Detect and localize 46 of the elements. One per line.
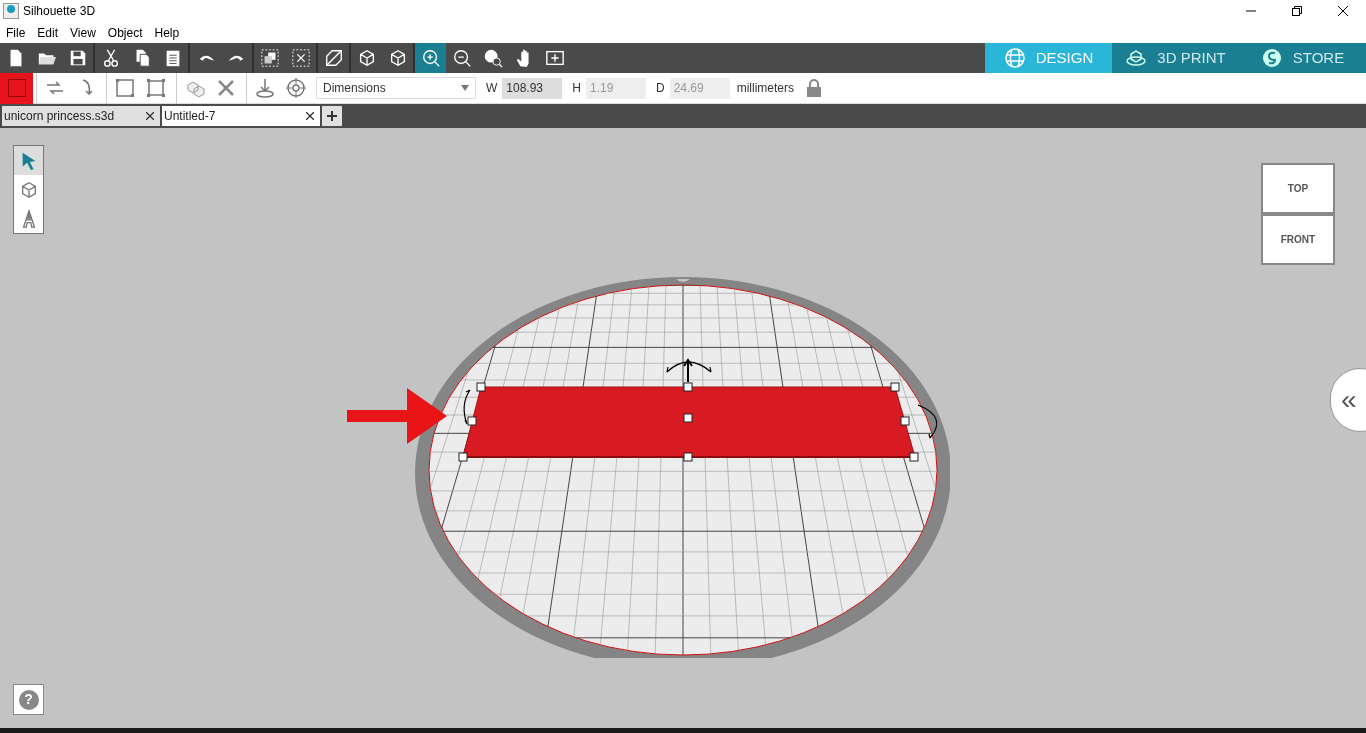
mode-tab[interactable]: 3D PRINT	[1112, 43, 1239, 73]
view-cube-front[interactable]: FRONT	[1261, 214, 1335, 265]
document-tab[interactable]: unicorn princess.s3d	[2, 106, 160, 126]
ungroup-icon	[290, 48, 311, 68]
document-tab-title: unicorn princess.s3d	[4, 108, 115, 125]
view-cube-top[interactable]: TOP	[1261, 163, 1335, 214]
menu-item[interactable]: Help	[148, 22, 186, 43]
plus-icon	[327, 111, 337, 121]
close-icon	[1338, 6, 1348, 16]
document-tab[interactable]: Untitled-7	[162, 106, 320, 126]
zoom-out-icon	[451, 48, 472, 68]
menu-item[interactable]: Object	[101, 22, 149, 43]
caret-icon	[461, 85, 469, 91]
extrude-icon	[323, 48, 344, 68]
menu-item[interactable]: File	[0, 22, 32, 43]
drop-to-floor-icon	[253, 77, 276, 99]
color-picker-button[interactable]	[0, 72, 33, 104]
align-icon	[113, 77, 136, 99]
window-title: Silhouette 3D	[23, 3, 96, 20]
mode-tab[interactable]: STORE	[1239, 43, 1366, 73]
field-label: D	[656, 80, 665, 97]
app-logo-icon	[3, 3, 19, 19]
collapse-panel-button[interactable]: «	[1330, 368, 1366, 432]
dimension-field[interactable]: 108.93	[502, 77, 563, 99]
lock-icon[interactable]	[806, 79, 822, 97]
restore-icon	[1292, 6, 1302, 16]
new-tab-button[interactable]	[322, 106, 342, 126]
close-tab-icon[interactable]	[306, 112, 314, 120]
field-label: H	[572, 80, 581, 97]
globe-icon	[1003, 47, 1026, 69]
menu-item[interactable]: View	[64, 22, 102, 43]
group-icon	[259, 48, 280, 68]
units-label: millimeters	[736, 80, 794, 97]
toolbar-button[interactable]	[415, 43, 446, 73]
target-icon	[284, 77, 307, 99]
zoom-in-icon	[420, 48, 441, 68]
close-tab-icon[interactable]	[146, 112, 154, 120]
store-logo-icon	[1260, 47, 1283, 69]
fit-frame-icon	[544, 48, 565, 68]
field-label: W	[486, 80, 498, 97]
tool-button[interactable]	[14, 146, 43, 175]
dimensions-dropdown[interactable]: Dimensions	[316, 77, 476, 99]
menu-item[interactable]: Edit	[31, 22, 65, 43]
document-tab-title: Untitled-7	[164, 108, 216, 125]
zoom-selection-icon	[482, 48, 503, 68]
distribute-icon	[144, 77, 167, 99]
